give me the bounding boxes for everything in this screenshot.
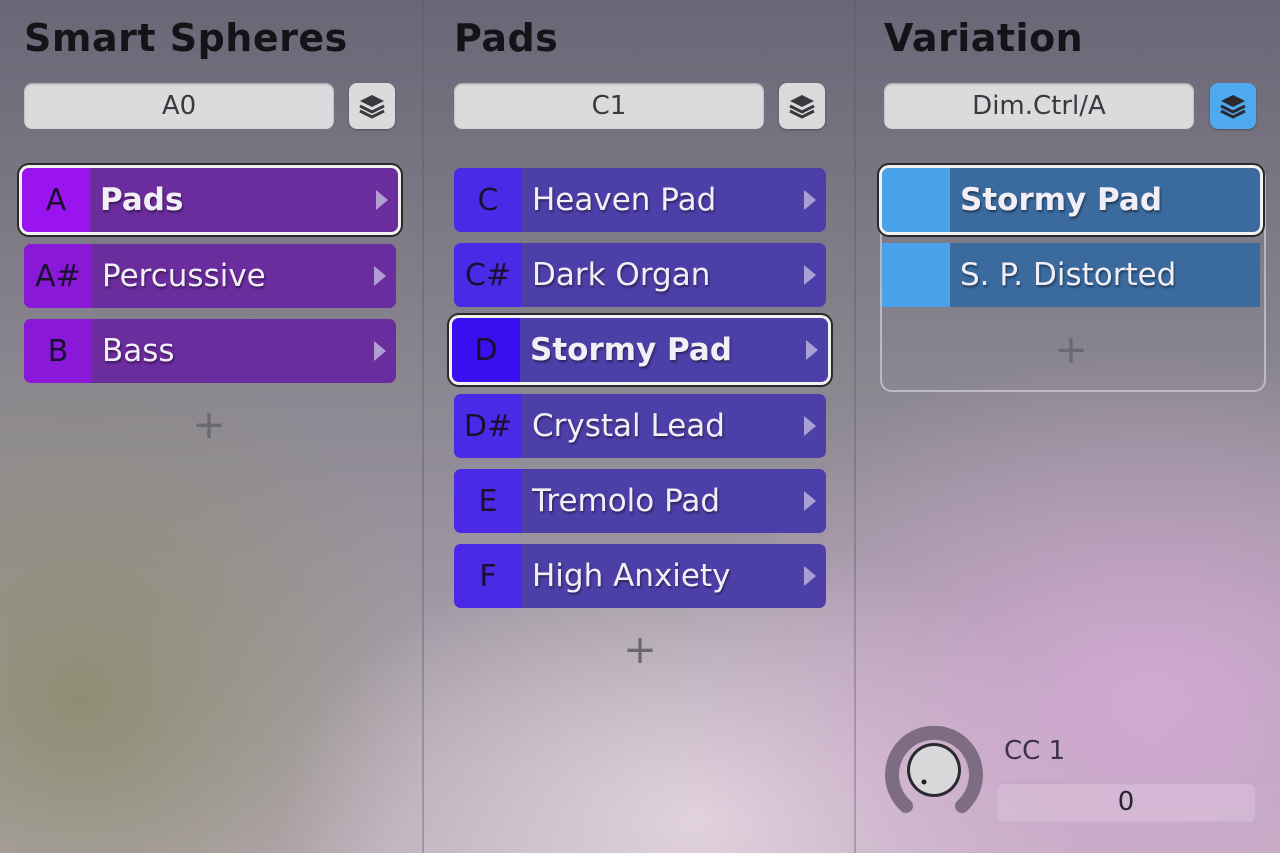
add-icon[interactable]: + [620,627,660,673]
item-key: A# [24,244,92,308]
item-label: Stormy Pad [530,332,733,368]
item-label: Tremolo Pad [532,483,721,519]
item-label: S. P. Distorted [960,257,1177,293]
column-title: Pads [454,16,559,60]
list-item[interactable]: S. P. Distorted [882,243,1260,307]
item-key: C# [454,243,522,307]
smart-sphere-selector[interactable]: A0 [24,83,334,129]
chevron-right-icon [804,265,816,285]
layers-icon [359,95,385,119]
item-key [882,243,950,307]
pads-column: Pads C1 C Heaven Pad C# Dark Organ D Sto… [424,0,854,853]
item-label: Pads [100,182,184,218]
list-item[interactable]: F High Anxiety [454,544,826,608]
list-item[interactable]: C Heaven Pad [454,168,826,232]
cc-label: CC 1 [1004,736,1066,766]
item-key [882,168,950,232]
cc-value-field[interactable]: 0 [996,782,1256,822]
chevron-right-icon [376,190,388,210]
layer-button[interactable] [779,83,825,129]
variation-selector[interactable]: Dim.Ctrl/A [884,83,1194,129]
item-label: Dark Organ [532,257,711,293]
item-label: Crystal Lead [532,408,725,444]
list-item[interactable]: D# Crystal Lead [454,394,826,458]
layer-button-active[interactable] [1210,83,1256,129]
list-item[interactable]: C# Dark Organ [454,243,826,307]
list-item[interactable]: Stormy Pad [882,168,1260,232]
chevron-right-icon [806,340,818,360]
item-label: High Anxiety [532,558,731,594]
item-label: Heaven Pad [532,182,717,218]
cc-knob[interactable] [884,724,984,814]
item-key: E [454,469,522,533]
chevron-right-icon [804,566,816,586]
column-title: Smart Spheres [24,16,348,60]
item-label: Bass [102,333,175,369]
item-key: B [24,319,92,383]
list-item[interactable]: A Pads [22,168,398,232]
layers-icon [789,95,815,119]
item-label: Stormy Pad [960,182,1163,218]
chevron-right-icon [804,416,816,436]
layers-icon [1220,95,1246,119]
add-icon[interactable]: + [1051,327,1091,373]
item-key: F [454,544,522,608]
item-key: D# [454,394,522,458]
layer-button[interactable] [349,83,395,129]
smart-spheres-column: Smart Spheres A0 A Pads A# Percussive B … [0,0,422,853]
list-item[interactable]: E Tremolo Pad [454,469,826,533]
chevron-right-icon [804,491,816,511]
column-title: Variation [884,16,1084,60]
pad-selector[interactable]: C1 [454,83,764,129]
chevron-right-icon [374,341,386,361]
item-key: A [22,168,90,232]
list-item[interactable]: A# Percussive [24,244,396,308]
list-item[interactable]: B Bass [24,319,396,383]
add-icon[interactable]: + [189,402,229,448]
item-key: D [452,318,520,382]
chevron-right-icon [374,266,386,286]
chevron-right-icon [804,190,816,210]
list-item[interactable]: D Stormy Pad [452,318,828,382]
item-key: C [454,168,522,232]
item-label: Percussive [102,258,266,294]
